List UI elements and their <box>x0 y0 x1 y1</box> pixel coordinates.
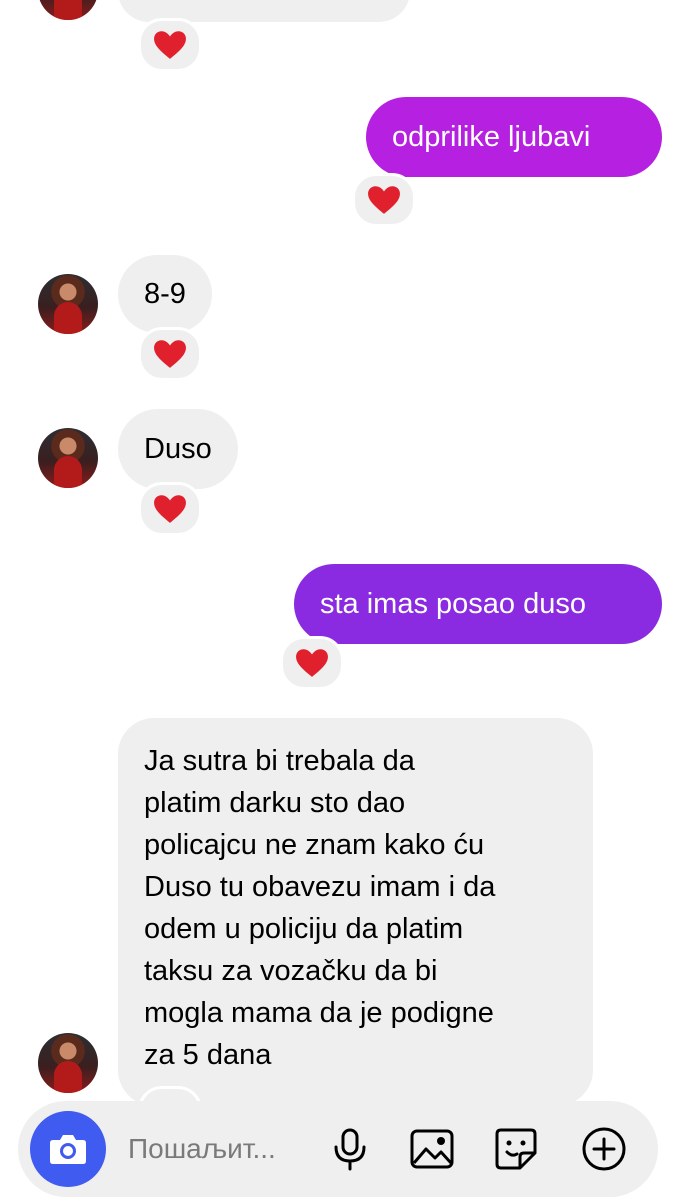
message-line: taksu za vozačku da bi <box>144 955 438 987</box>
heart-icon <box>154 31 186 59</box>
heart-icon <box>154 495 186 523</box>
message-line: mogla mama da je podigne <box>144 997 494 1029</box>
avatar[interactable] <box>38 0 98 20</box>
message-line: za 5 dana <box>144 1039 272 1071</box>
message-bubble-outgoing[interactable]: sta imas posao duso <box>294 564 662 644</box>
reaction-badge[interactable] <box>138 482 202 536</box>
message-line: Ja sutra bi trebala da <box>144 745 415 777</box>
message-bubble-incoming[interactable]: Duso <box>118 409 238 489</box>
reaction-badge[interactable] <box>138 327 202 381</box>
reaction-badge[interactable] <box>138 18 202 72</box>
heart-icon <box>296 649 328 677</box>
plus-icon[interactable] <box>580 1125 628 1173</box>
camera-icon <box>50 1135 86 1164</box>
message-line: odem u policiju da platim <box>144 913 464 945</box>
message-bubble-incoming[interactable]: 8-9 <box>118 255 212 333</box>
message-bubble-outgoing[interactable]: odprilike ljubavi <box>366 97 662 177</box>
message-line: platim darku sto dao <box>144 787 406 819</box>
message-composer: Пошаљит... <box>18 1101 658 1197</box>
microphone-icon[interactable] <box>326 1125 374 1173</box>
heart-icon <box>368 186 400 214</box>
avatar[interactable] <box>38 428 98 488</box>
reaction-badge[interactable] <box>352 173 416 227</box>
gallery-icon[interactable] <box>408 1125 456 1173</box>
message-bubble-incoming[interactable]: Ja sutra bi trebala da platim darku sto … <box>118 718 593 1106</box>
message-line: policajcu ne znam kako ću <box>144 829 485 861</box>
heart-icon <box>154 340 186 368</box>
sticker-icon[interactable] <box>492 1125 540 1173</box>
avatar[interactable] <box>38 1033 98 1093</box>
camera-button[interactable] <box>30 1111 106 1187</box>
reaction-badge[interactable] <box>280 636 344 690</box>
message-line: Duso tu obavezu imam i da <box>144 871 496 903</box>
message-input[interactable]: Пошаљит... <box>128 1129 276 1169</box>
avatar[interactable] <box>38 274 98 334</box>
